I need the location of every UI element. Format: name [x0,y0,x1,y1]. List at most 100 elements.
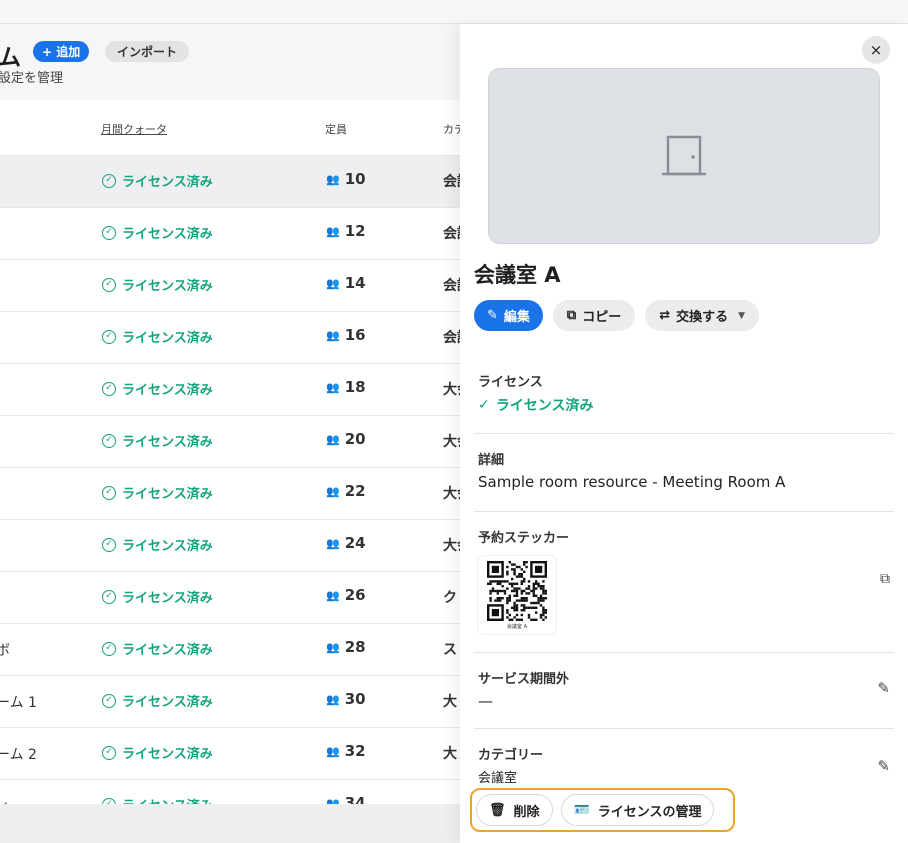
import-button[interactable]: インポート [105,41,190,62]
license-status: ✓ライセンス済み [102,171,213,190]
capacity-cell: 👥 32 [326,742,366,760]
people-icon: 👥 [326,536,340,550]
sticker-caption: 会議室 A [506,623,527,630]
swap-button[interactable]: ⇄ 交換する ▼ [645,300,760,331]
room-image-placeholder [488,68,880,244]
license-status: ✓ライセンス済み [102,795,213,804]
license-status: ✓ライセンス済み [102,743,213,762]
license-status: ✓ライセンス済み [102,327,213,346]
sticker-section: 予約ステッカー ⧉ 会議室 A [474,512,894,653]
license-status: ✓ライセンス済み [102,431,213,450]
people-icon: 👥 [326,276,340,290]
license-value: ✓ ライセンス済み [478,397,594,414]
license-status: ✓ライセンス済み [102,535,213,554]
room-detail-panel: × 会議室 A ✎ 編集 ⧉ コピー ⇄ 交換する ▼ ライセンス ✓ ライセン… [460,24,908,843]
qr-sticker[interactable]: 会議室 A [478,556,556,634]
license-status: ✓ライセンス済み [102,691,213,710]
id-badge-icon: 🪪 [573,802,590,818]
check-circle-icon: ✓ [102,225,116,240]
app-topbar [0,0,908,24]
details-label: 詳細 [478,453,505,468]
people-icon: 👥 [326,484,340,498]
capacity-cell: 👥 20 [326,430,366,448]
people-icon: 👥 [326,328,340,342]
out-of-service-value: — [478,692,493,710]
capacity-cell: 👥 28 [326,638,366,656]
check-circle-icon: ✓ [102,693,116,708]
people-icon: 👥 [326,588,340,602]
capacity-cell: 👥 12 [326,222,366,240]
capacity-cell: 👥 24 [326,534,366,552]
people-icon: 👥 [326,744,340,758]
check-circle-icon: ✓ [102,745,116,760]
people-icon: 👥 [326,224,340,238]
external-link-icon[interactable]: ⧉ [880,571,890,587]
capacity-cell: 👥 10 [326,170,366,188]
people-icon: 👥 [326,172,340,186]
room-name-cell: ーム 2 [0,747,37,763]
out-of-service-section: サービス期間外 — ✎ [474,653,894,729]
close-button[interactable]: × [862,36,890,64]
license-section: ライセンス ✓ ライセンス済み [474,354,894,434]
check-circle-icon: ✓ [102,589,116,604]
edit-pencil-icon[interactable]: ✎ [877,679,890,697]
bottom-action-bar: 🗑 削除 🪪 ライセンスの管理 [470,788,735,832]
license-status: ✓ライセンス済み [102,483,213,502]
column-header-capacity[interactable]: 定員 [325,121,347,137]
qr-code-icon [487,560,547,621]
room-name-cell: ィ [0,796,10,804]
room-name-cell: ボ [0,643,10,659]
category-value: 会議室 [478,771,518,786]
delete-button[interactable]: 🗑 削除 [476,794,553,826]
category-cell: ク [443,590,457,606]
capacity-cell: 👥 14 [326,274,366,292]
capacity-cell: 👥 16 [326,326,366,344]
column-header-quota[interactable]: 月間クォータ [101,121,167,137]
copy-icon: ⧉ [566,308,577,323]
license-status: ✓ライセンス済み [102,587,213,606]
people-icon: 👥 [326,640,340,654]
check-circle-icon: ✓ [102,641,116,656]
door-icon [662,135,706,176]
people-icon: 👥 [326,380,340,394]
license-label: ライセンス [478,375,543,390]
check-circle-icon: ✓ [102,329,116,344]
check-circle-icon: ✓ [102,381,116,396]
license-status: ✓ライセンス済み [102,275,213,294]
trash-icon: 🗑 [489,802,506,818]
license-status: ✓ライセンス済み [102,639,213,658]
category-label: カテゴリー [478,748,544,763]
chevron-down-icon: ▼ [738,310,746,321]
sticker-label: 予約ステッカー [478,531,570,546]
check-circle-icon: ✓ [102,433,116,448]
out-of-service-label: サービス期間外 [478,672,570,687]
check-icon: ✓ [478,397,490,413]
room-name-cell: ーム 1 [0,695,37,711]
page-subtitle: 設定を管理 [0,71,64,86]
capacity-cell: 👥 26 [326,586,366,604]
copy-button[interactable]: ⧉ コピー [552,300,636,331]
license-status: ✓ライセンス済み [102,223,213,242]
edit-pencil-icon[interactable]: ✎ [877,757,890,775]
category-cell: 大 [443,746,457,762]
capacity-cell: 👥 30 [326,690,366,708]
add-button[interactable]: + 追加 [33,41,90,62]
license-status: ✓ライセンス済み [102,379,213,398]
category-cell: 大 [443,694,457,710]
people-icon: 👥 [326,692,340,706]
capacity-cell: 👥 18 [326,378,366,396]
manage-license-button[interactable]: 🪪 ライセンスの管理 [560,794,715,826]
panel-actions: ✎ 編集 ⧉ コピー ⇄ 交換する ▼ [474,300,760,331]
capacity-cell: 👥 22 [326,482,366,500]
room-name: 会議室 A [474,263,561,287]
pencil-icon: ✎ [487,308,498,323]
people-icon: 👥 [326,796,340,805]
capacity-cell: 👥 34 [326,794,366,804]
check-circle-icon: ✓ [102,277,116,292]
details-value: Sample room resource - Meeting Room A [478,473,786,491]
people-icon: 👥 [326,432,340,446]
check-circle-icon: ✓ [102,537,116,552]
edit-button[interactable]: ✎ 編集 [474,300,543,331]
check-circle-icon: ✓ [102,173,116,188]
check-circle-icon: ✓ [102,485,116,500]
